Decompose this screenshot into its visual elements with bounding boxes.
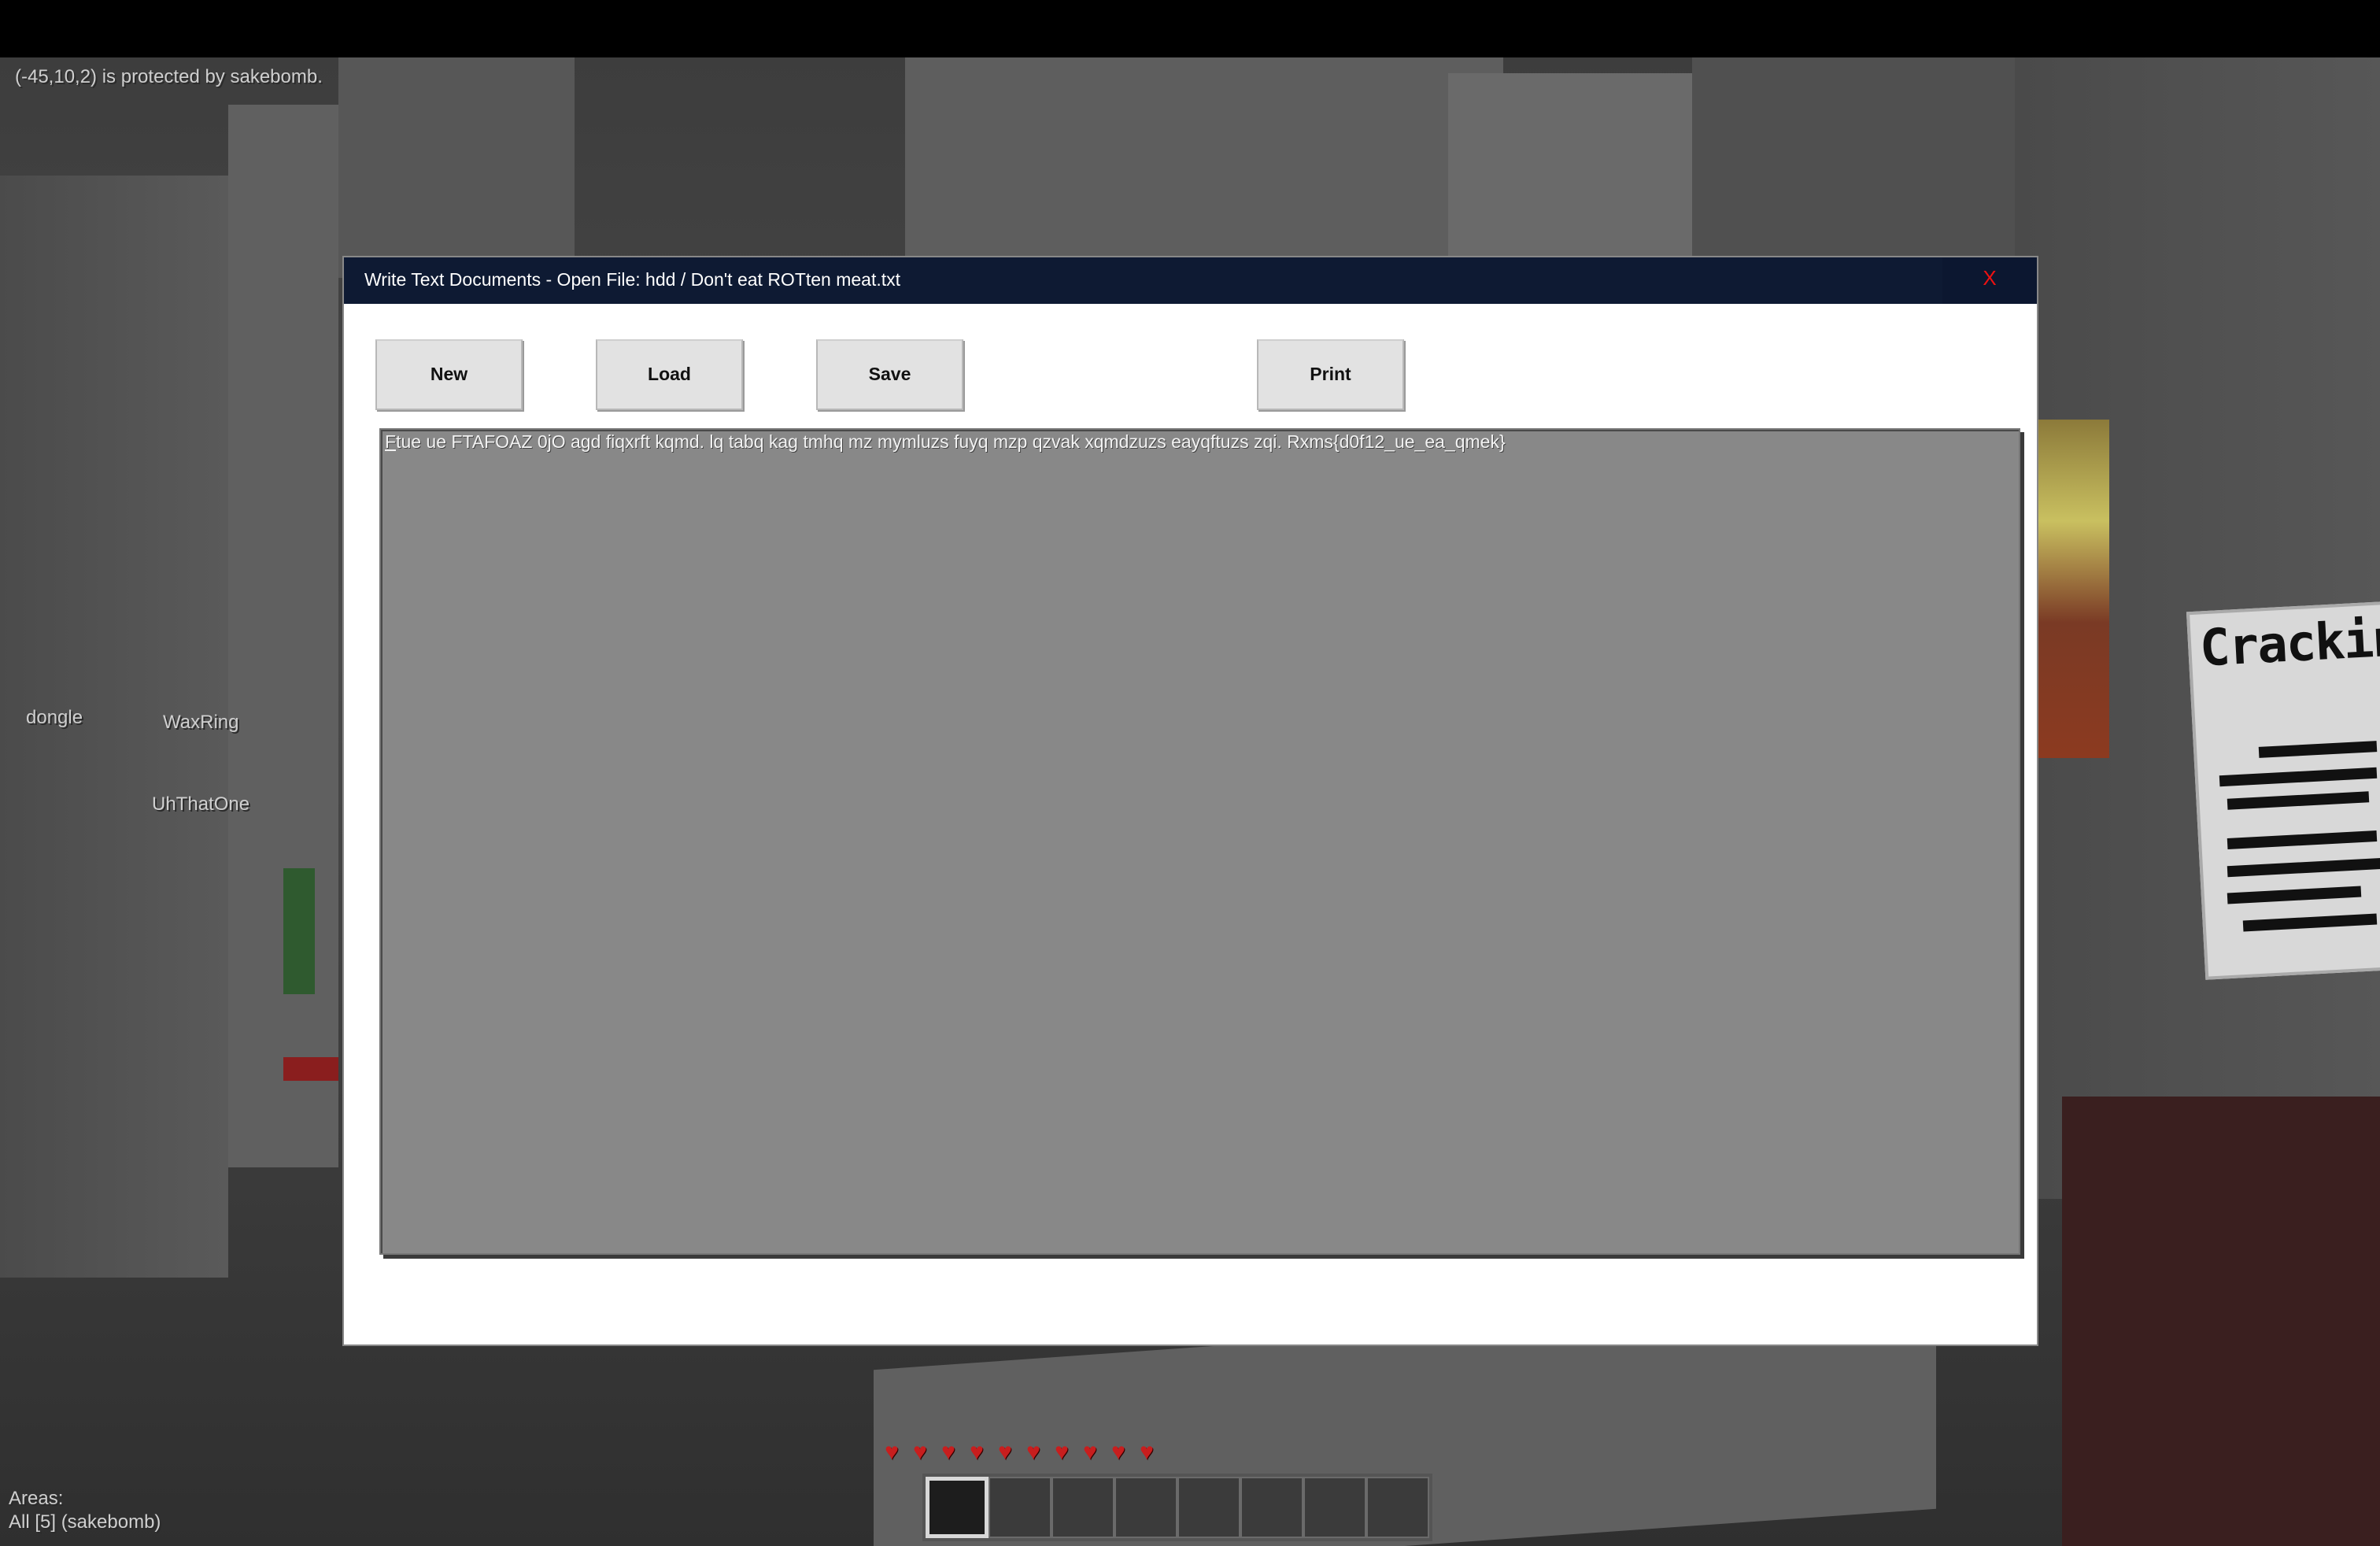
top-black-bar bbox=[0, 0, 2380, 57]
hotbar-slot[interactable] bbox=[1177, 1477, 1240, 1538]
player-nametag: dongle bbox=[26, 707, 83, 728]
write-text-documents-window: Write Text Documents - Open File: hdd / … bbox=[342, 256, 2038, 1346]
hotbar-slot[interactable] bbox=[989, 1477, 1051, 1538]
ceiling-block bbox=[1692, 57, 2023, 262]
player-nametag: WaxRing bbox=[163, 712, 239, 733]
hotbar-slot[interactable] bbox=[926, 1477, 989, 1538]
text-cursor bbox=[385, 449, 396, 451]
window-titlebar[interactable]: Write Text Documents - Open File: hdd / … bbox=[344, 257, 2037, 304]
ceiling-block bbox=[905, 57, 1503, 262]
heart-icon: ♥ bbox=[1026, 1439, 1040, 1465]
document-text-area[interactable]: Ftue ue FTAFOAZ 0jO agd fiqxrft kqmd. lq… bbox=[379, 428, 2020, 1255]
redstone-block bbox=[283, 1057, 338, 1081]
heart-icon: ♥ bbox=[1140, 1439, 1154, 1465]
heart-icon: ♥ bbox=[885, 1439, 899, 1465]
print-button[interactable]: Print bbox=[1257, 339, 1404, 410]
heart-icon: ♥ bbox=[998, 1439, 1012, 1465]
heart-icon: ♥ bbox=[941, 1439, 955, 1465]
protection-message: (-45,10,2) is protected by sakebomb. bbox=[15, 66, 323, 87]
window-title: Write Text Documents - Open File: hdd / … bbox=[364, 269, 901, 290]
sign-title: Cracking bbox=[2198, 608, 2380, 679]
areas-value: All [5] (sakebomb) bbox=[9, 1511, 161, 1533]
health-bar: ♥ ♥ ♥ ♥ ♥ ♥ ♥ ♥ ♥ ♥ bbox=[880, 1441, 1159, 1464]
heart-icon: ♥ bbox=[1111, 1439, 1125, 1465]
close-button[interactable]: X bbox=[1942, 257, 2037, 304]
ceiling-block bbox=[1448, 73, 1700, 262]
player-nametag: UhThatOne bbox=[152, 793, 250, 815]
lamp-pillar bbox=[2038, 420, 2109, 758]
load-button[interactable]: Load bbox=[596, 339, 743, 410]
areas-label: Areas: bbox=[9, 1488, 64, 1509]
heart-icon: ♥ bbox=[1083, 1439, 1097, 1465]
new-button[interactable]: New bbox=[375, 339, 523, 410]
green-block bbox=[283, 868, 315, 994]
heart-icon: ♥ bbox=[913, 1439, 927, 1465]
hotbar-slot[interactable] bbox=[1051, 1477, 1114, 1538]
heart-icon: ♥ bbox=[970, 1439, 984, 1465]
save-button[interactable]: Save bbox=[816, 339, 963, 410]
red-floor-block bbox=[2062, 1097, 2380, 1546]
heart-icon: ♥ bbox=[1055, 1439, 1069, 1465]
hotbar-slot[interactable] bbox=[1240, 1477, 1303, 1538]
hotbar-slot[interactable] bbox=[1114, 1477, 1177, 1538]
hotbar-slot[interactable] bbox=[1366, 1477, 1429, 1538]
wall-block bbox=[228, 105, 338, 1167]
hotbar bbox=[922, 1474, 1432, 1541]
hotbar-slot[interactable] bbox=[1303, 1477, 1366, 1538]
wall-block bbox=[338, 57, 575, 278]
document-text: Ftue ue FTAFOAZ 0jO agd fiqxrft kqmd. lq… bbox=[385, 431, 1506, 452]
